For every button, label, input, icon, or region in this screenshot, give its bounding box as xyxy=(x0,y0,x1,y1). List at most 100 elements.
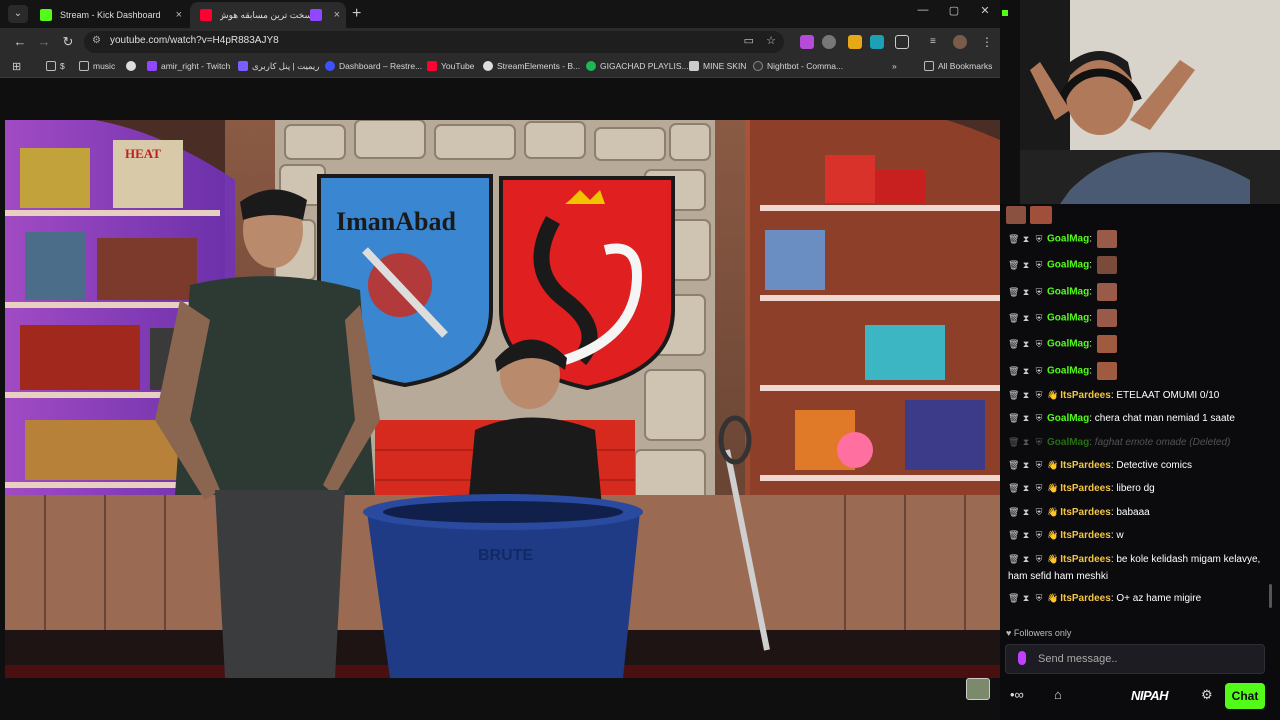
tab-kick-dashboard[interactable]: Stream - Kick Dashboard × xyxy=(30,2,188,28)
bookmark-folder[interactable]: music xyxy=(79,60,115,73)
store-icon[interactable]: ⌂ xyxy=(1054,687,1062,702)
chat-username[interactable]: ItsPardees xyxy=(1060,593,1111,604)
bookmark-item[interactable]: YouTube xyxy=(427,60,474,73)
timeout-icon[interactable]: ⧗ xyxy=(1021,527,1031,544)
chat-username[interactable]: ItsPardees xyxy=(1060,507,1111,518)
chat-emote[interactable] xyxy=(1096,230,1117,248)
timeout-icon[interactable]: ⧗ xyxy=(1021,434,1031,451)
back-icon[interactable]: ← xyxy=(12,34,28,50)
bookmarks-overflow-button[interactable]: » xyxy=(892,60,897,73)
chat-username[interactable]: GoalMag xyxy=(1047,313,1089,324)
extension-icon[interactable] xyxy=(848,35,862,49)
ban-shield-icon[interactable]: ⛨ xyxy=(1034,527,1044,544)
maximize-button[interactable]: ▢ xyxy=(944,4,964,17)
tab-close-icon[interactable]: × xyxy=(334,2,340,28)
ban-shield-icon[interactable]: ⛨ xyxy=(1034,551,1044,568)
ban-shield-icon[interactable]: ⛨ xyxy=(1034,387,1044,404)
emote-thumbnail[interactable] xyxy=(1006,206,1026,224)
timeout-icon[interactable]: ⧗ xyxy=(1021,551,1031,568)
media-controls-icon[interactable]: ≡ xyxy=(930,35,944,49)
timeout-icon[interactable]: ⧗ xyxy=(1021,590,1031,607)
chat-username[interactable]: GoalMag xyxy=(1047,339,1089,350)
extensions-puzzle-icon[interactable] xyxy=(895,35,909,49)
tab-close-icon[interactable]: × xyxy=(176,2,182,28)
timeout-icon[interactable]: ⧗ xyxy=(1021,284,1031,301)
ban-shield-icon[interactable]: ⛨ xyxy=(1034,310,1044,327)
delete-message-icon[interactable]: 🗑 xyxy=(1008,284,1019,301)
ban-shield-icon[interactable]: ⛨ xyxy=(1034,231,1044,248)
delete-message-icon[interactable]: 🗑 xyxy=(1008,504,1019,521)
bookmark-item[interactable]: StreamElements - B... xyxy=(483,60,580,73)
chat-username[interactable]: GoalMag xyxy=(1047,366,1089,377)
minimize-button[interactable]: — xyxy=(913,4,933,16)
chat-username[interactable]: ItsPardees xyxy=(1060,460,1111,471)
timeout-icon[interactable]: ⧗ xyxy=(1021,336,1031,353)
forward-icon[interactable]: → xyxy=(36,34,52,50)
ban-shield-icon[interactable]: ⛨ xyxy=(1034,457,1044,474)
timeout-icon[interactable]: ⧗ xyxy=(1021,480,1031,497)
delete-message-icon[interactable]: 🗑 xyxy=(1008,336,1019,353)
delete-message-icon[interactable]: 🗑 xyxy=(1008,480,1019,497)
points-icon[interactable]: •∞ xyxy=(1010,687,1024,702)
chat-username[interactable]: GoalMag xyxy=(1047,260,1089,271)
timeout-icon[interactable]: ⧗ xyxy=(1021,231,1031,248)
delete-message-icon[interactable]: 🗑 xyxy=(1008,387,1019,404)
chat-username[interactable]: ItsPardees xyxy=(1060,554,1111,565)
chat-emote[interactable] xyxy=(1096,283,1117,301)
ban-shield-icon[interactable]: ⛨ xyxy=(1034,257,1044,274)
bookmark-folder[interactable]: $ xyxy=(46,60,65,73)
delete-message-icon[interactable]: 🗑 xyxy=(1008,434,1019,451)
extension-icon[interactable] xyxy=(800,35,814,49)
delete-message-icon[interactable]: 🗑 xyxy=(1008,527,1019,544)
delete-message-icon[interactable]: 🗑 xyxy=(1008,231,1019,248)
bookmark-item[interactable]: amir_right - Twitch xyxy=(147,60,230,73)
delete-message-icon[interactable]: 🗑 xyxy=(1008,551,1019,568)
close-window-button[interactable]: ✕ xyxy=(975,4,995,17)
bookmark-item[interactable]: Nightbot - Comma... xyxy=(753,60,843,73)
bookmark-item[interactable]: GIGACHAD PLAYLIS... xyxy=(586,60,689,73)
chat-emote[interactable] xyxy=(1096,309,1117,327)
profile-avatar[interactable] xyxy=(953,35,967,49)
ban-shield-icon[interactable]: ⛨ xyxy=(1034,363,1044,380)
ban-shield-icon[interactable]: ⛨ xyxy=(1034,504,1044,521)
menu-kebab-icon[interactable]: ⋮ xyxy=(980,35,994,49)
ban-shield-icon[interactable]: ⛨ xyxy=(1034,284,1044,301)
ban-shield-icon[interactable]: ⛨ xyxy=(1034,410,1044,427)
ban-shield-icon[interactable]: ⛨ xyxy=(1034,336,1044,353)
video-player[interactable]: HEAT ImanAbad BRUTE xyxy=(5,120,1000,678)
reload-icon[interactable]: ↻ xyxy=(60,34,76,50)
bookmark-star-icon[interactable]: ☆ xyxy=(766,34,776,47)
ban-shield-icon[interactable]: ⛨ xyxy=(1034,434,1044,451)
bookmark-item[interactable]: Dashboard – Restre... xyxy=(325,60,422,73)
delete-message-icon[interactable]: 🗑 xyxy=(1008,410,1019,427)
all-bookmarks-folder[interactable]: All Bookmarks xyxy=(924,60,992,73)
ban-shield-icon[interactable]: ⛨ xyxy=(1034,590,1044,607)
chat-emote[interactable] xyxy=(1096,335,1117,353)
timeout-icon[interactable]: ⧗ xyxy=(1021,504,1031,521)
delete-message-icon[interactable]: 🗑 xyxy=(1008,257,1019,274)
chat-username[interactable]: GoalMag xyxy=(1047,234,1089,245)
timeout-icon[interactable]: ⧗ xyxy=(1021,410,1031,427)
delete-message-icon[interactable]: 🗑 xyxy=(1008,457,1019,474)
new-tab-button[interactable]: + xyxy=(352,2,361,26)
chat-emote[interactable] xyxy=(1096,362,1117,380)
apps-grid-icon[interactable]: ⊞ xyxy=(12,60,21,73)
chat-username[interactable]: GoalMag xyxy=(1047,287,1089,298)
timeout-icon[interactable]: ⧗ xyxy=(1021,457,1031,474)
delete-message-icon[interactable]: 🗑 xyxy=(1008,310,1019,327)
bookmark-item[interactable]: ریمیت | پنل کاربری xyxy=(238,60,319,73)
chat-scrollbar[interactable] xyxy=(1269,584,1272,608)
channel-watermark-thumbnail[interactable] xyxy=(966,678,990,700)
timeout-icon[interactable]: ⧗ xyxy=(1021,363,1031,380)
chat-username[interactable]: ItsPardees xyxy=(1060,390,1111,401)
timeout-icon[interactable]: ⧗ xyxy=(1021,387,1031,404)
site-info-icon[interactable]: ⚙ xyxy=(92,35,101,46)
cast-icon[interactable]: ▭ xyxy=(744,34,754,47)
bookmark-item[interactable]: MINE SKIN xyxy=(689,60,746,73)
timeout-icon[interactable]: ⧗ xyxy=(1021,310,1031,327)
chat-emote[interactable] xyxy=(1096,256,1117,274)
delete-message-icon[interactable]: 🗑 xyxy=(1008,363,1019,380)
chat-username[interactable]: GoalMag xyxy=(1047,413,1089,424)
address-bar[interactable]: ⚙ youtube.com/watch?v=H4pR883AJY8 ▭ ☆ xyxy=(84,31,784,53)
extension-icon[interactable] xyxy=(822,35,836,49)
